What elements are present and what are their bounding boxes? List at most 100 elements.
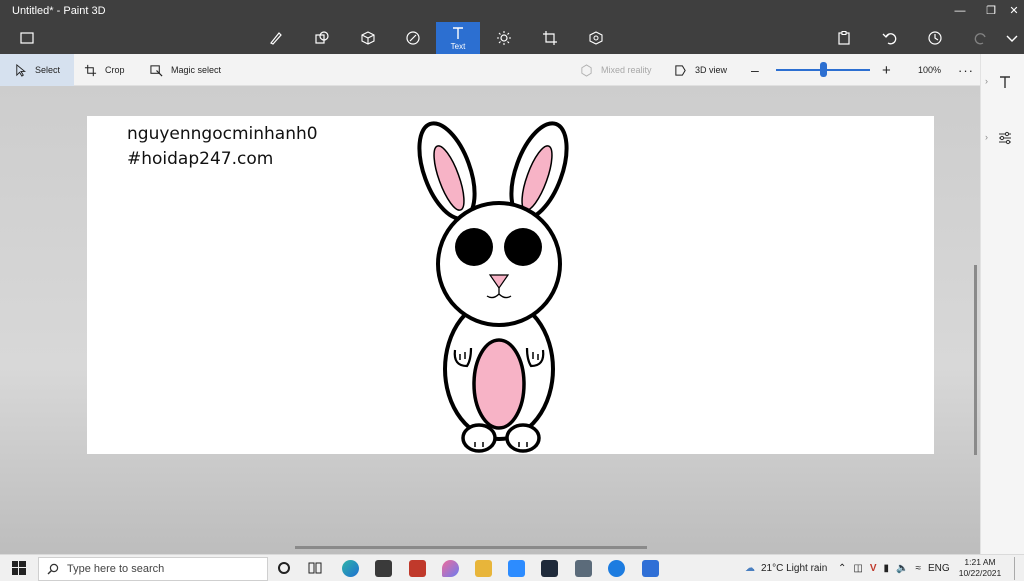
3d-view-button[interactable]: 3D view — [674, 54, 727, 86]
text-tool-button[interactable]: Text — [436, 22, 480, 54]
crop-icon — [84, 64, 97, 76]
zoom-level: 100% — [918, 54, 941, 86]
history-icon — [928, 31, 942, 45]
window-title: Untitled* - Paint 3D — [12, 5, 106, 17]
text-panel-icon[interactable] — [997, 74, 1013, 90]
minus-icon: – — [751, 62, 759, 78]
sticker-icon — [406, 31, 420, 45]
menu-icon — [20, 32, 34, 44]
3d-cube-icon — [361, 31, 375, 45]
language-indicator[interactable]: ENG — [928, 563, 950, 574]
system-tray: ⌃ ◫ V ▮ 🔈 ≈ ENG — [838, 555, 950, 581]
brushes-button[interactable] — [254, 22, 298, 54]
task-view-icon[interactable] — [308, 561, 322, 575]
redo-button[interactable] — [959, 22, 1003, 54]
close-button[interactable]: ✕ — [1004, 0, 1024, 22]
minimize-button[interactable]: — — [944, 0, 976, 22]
text-icon — [453, 27, 463, 39]
network-drive-icon[interactable]: ◫ — [853, 563, 862, 574]
antivirus-v-icon[interactable]: V — [870, 563, 877, 574]
rain-cloud-icon: ☁ — [745, 563, 755, 574]
capcut-icon[interactable] — [541, 560, 558, 577]
vertical-scrollbar[interactable] — [974, 265, 977, 455]
zalo-icon[interactable] — [608, 560, 625, 577]
edge-browser-icon[interactable] — [342, 560, 359, 577]
search-icon — [47, 563, 59, 575]
3d-shapes-button[interactable] — [346, 22, 390, 54]
clock-date: 10/22/2021 — [958, 568, 1002, 578]
zoom-app-icon[interactable] — [508, 560, 525, 577]
drawing-canvas[interactable]: nguyenngocminhanh0 #hoidap247.com — [87, 116, 934, 454]
undo-button[interactable] — [868, 22, 912, 54]
magic-select-tool[interactable]: Magic select — [150, 54, 221, 86]
chevron-down-icon — [1006, 35, 1018, 42]
taskbar-search[interactable]: Type here to search — [38, 557, 268, 581]
title-bar: Untitled* - Paint 3D — ❐ ✕ — [0, 0, 1024, 22]
bunny-drawing[interactable] — [87, 116, 934, 454]
2d-shapes-icon — [315, 31, 329, 44]
cursor-arrow-icon — [16, 63, 26, 77]
weather-text: 21°C Light rain — [761, 563, 828, 574]
mixed-reality-label: Mixed reality — [601, 65, 652, 75]
magic-select-label: Magic select — [171, 65, 222, 75]
brush-icon — [270, 32, 282, 45]
text-tool-label: Text — [450, 42, 466, 51]
mixed-reality-button[interactable]: Mixed reality — [580, 54, 652, 86]
3d-library-icon — [589, 31, 603, 45]
select-label: Select — [35, 65, 61, 75]
weather-widget[interactable]: ☁ 21°C Light rain — [745, 555, 827, 581]
zoom-slider-thumb[interactable] — [819, 62, 827, 77]
3d-view-icon — [675, 64, 686, 76]
show-desktop-divider[interactable] — [1014, 557, 1015, 580]
restore-button[interactable]: ❐ — [975, 0, 1007, 22]
calculator-icon[interactable] — [575, 560, 592, 577]
effects-sun-icon — [497, 31, 511, 45]
chevron-up-icon[interactable]: ⌃ — [838, 563, 846, 574]
paste-button[interactable] — [822, 22, 866, 54]
windows-start-icon[interactable] — [12, 561, 26, 575]
plus-icon: + — [882, 61, 891, 79]
canvas-button[interactable] — [528, 22, 572, 54]
paint-3d-taskbar-icon[interactable] — [442, 560, 459, 577]
sliders-settings-icon[interactable] — [997, 130, 1013, 146]
cortana-icon[interactable] — [278, 562, 290, 574]
expand-chevron-button[interactable] — [1000, 22, 1024, 54]
crop-tool[interactable]: Crop — [84, 54, 125, 86]
more-options-button[interactable]: ··· — [958, 54, 974, 86]
side-panel: › › — [980, 54, 1024, 554]
collapse-chevron-icon[interactable]: › — [985, 76, 988, 86]
zoom-in-button[interactable]: + — [882, 54, 891, 86]
clock-time: 1:21 AM — [964, 557, 996, 567]
canvas-crop-icon — [543, 31, 557, 45]
store-icon[interactable] — [375, 560, 392, 577]
wifi-icon[interactable]: ≈ — [915, 563, 921, 574]
undo-icon — [882, 33, 897, 45]
file-explorer-icon[interactable] — [475, 560, 492, 577]
2d-shapes-button[interactable] — [300, 22, 344, 54]
menu-button[interactable] — [5, 22, 49, 54]
search-placeholder: Type here to search — [67, 563, 165, 575]
history-button[interactable] — [913, 22, 957, 54]
main-toolbar: Text — [0, 22, 1024, 54]
select-tool[interactable]: Select — [0, 54, 74, 86]
crop-label: Crop — [105, 65, 125, 75]
battery-icon[interactable]: ▮ — [884, 563, 890, 574]
zoom-level-text: 100% — [918, 65, 942, 75]
zoom-out-button[interactable]: – — [751, 54, 759, 86]
3d-library-button[interactable] — [574, 22, 618, 54]
effects-button[interactable] — [482, 22, 526, 54]
mixed-reality-icon — [581, 63, 592, 77]
gift-app-icon[interactable] — [409, 560, 426, 577]
3d-view-label: 3D view — [695, 65, 728, 75]
volume-icon[interactable]: 🔈 — [896, 563, 908, 574]
taskbar: Type here to search ☁ 21°C Light rain ⌃ … — [0, 554, 1024, 581]
magic-select-icon — [150, 64, 163, 76]
horizontal-scrollbar[interactable] — [295, 546, 647, 549]
collapse-chevron-icon-2[interactable]: › — [985, 132, 988, 142]
redo-icon — [974, 33, 986, 45]
taskbar-clock[interactable]: 1:21 AM 10/22/2021 — [952, 557, 1008, 579]
stickers-button[interactable] — [391, 22, 435, 54]
mail-icon[interactable] — [642, 560, 659, 577]
more-dots-icon: ··· — [958, 62, 974, 78]
paste-icon — [838, 31, 850, 45]
